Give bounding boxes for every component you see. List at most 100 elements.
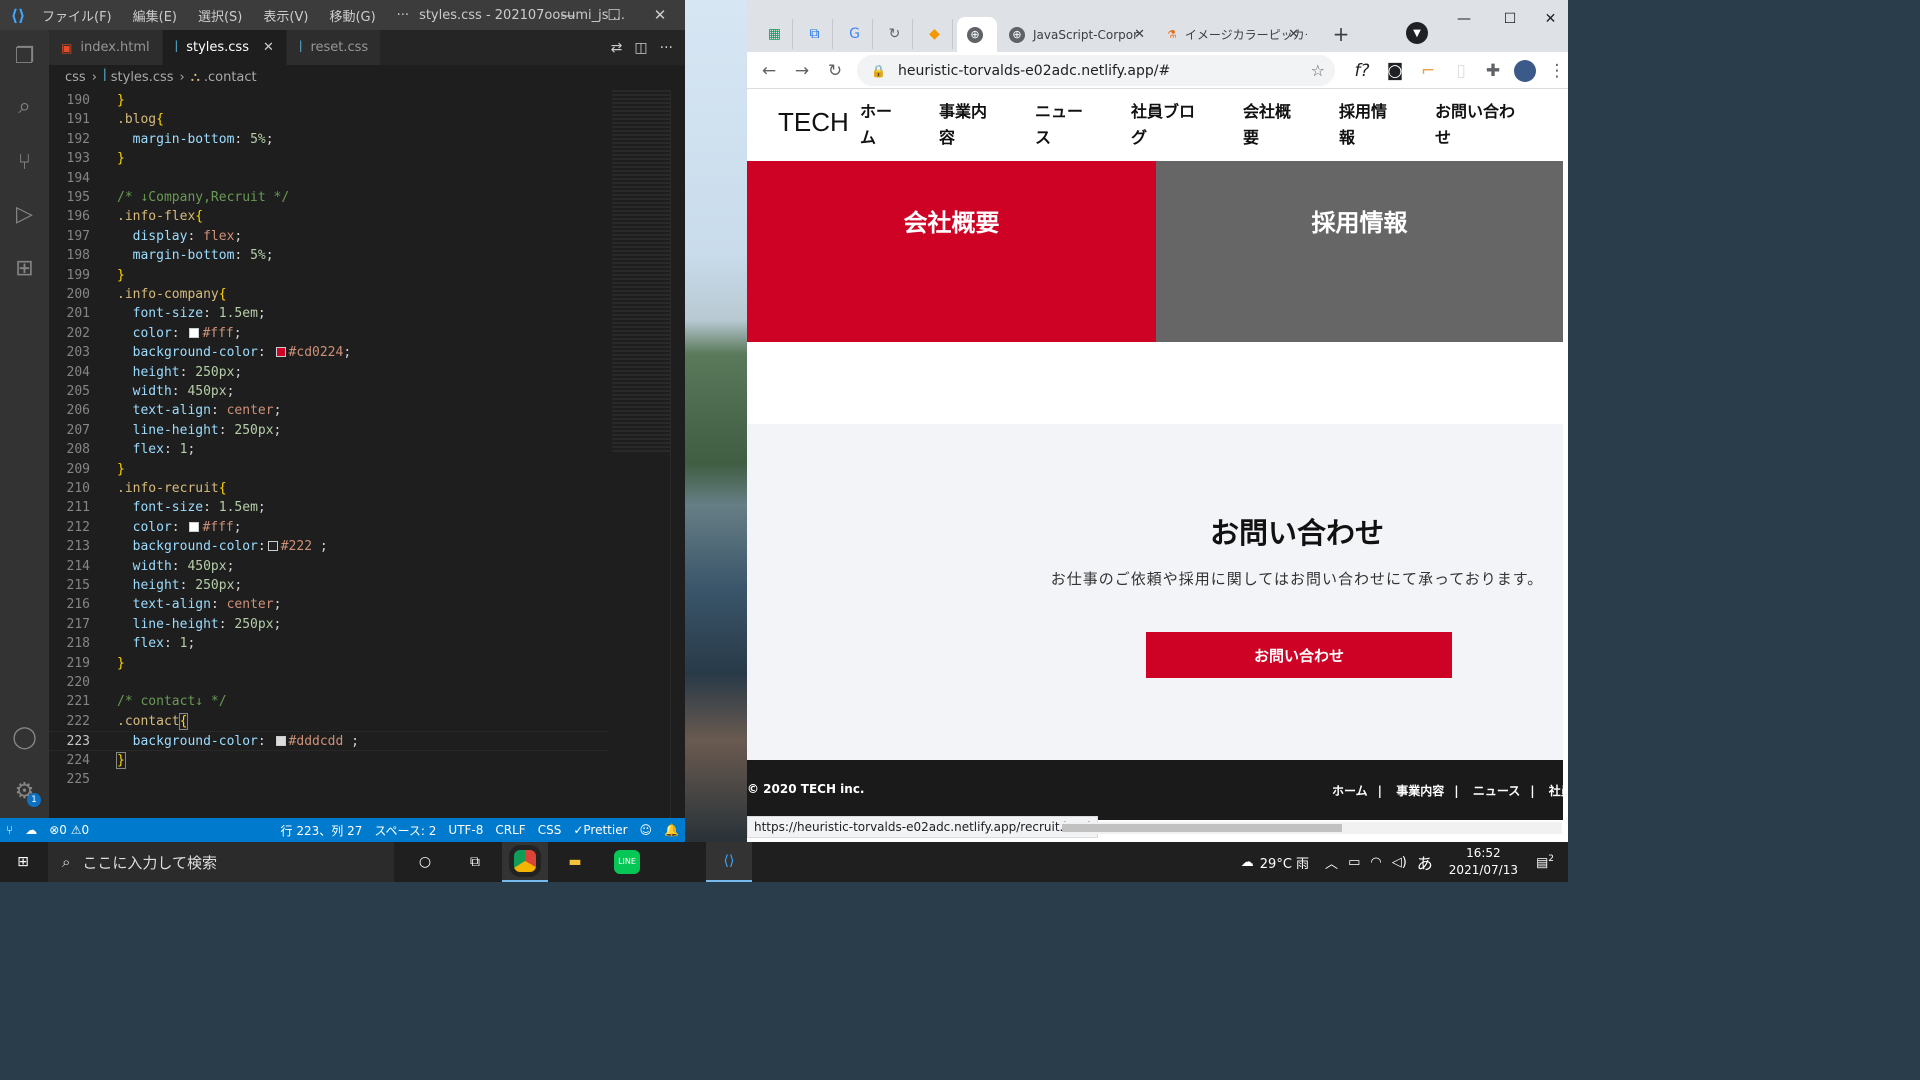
windows-start-icon[interactable]: ⊞ <box>0 842 46 882</box>
nav-contact[interactable]: お問い合わせ <box>1435 99 1515 151</box>
code-line[interactable]: 202 color: #fff; <box>49 324 609 343</box>
menu-view[interactable]: 表示(V) <box>263 6 308 25</box>
code-line[interactable]: 223 background-color: #dddcdd ; <box>49 731 609 751</box>
code-line[interactable]: 215 height: 250px; <box>49 576 609 595</box>
run-debug-icon[interactable]: ▷ <box>0 190 49 238</box>
pinned-tab-2[interactable]: ⧉ <box>797 19 833 49</box>
url-text[interactable]: heuristic-torvalds-e02adc.netlify.app/# <box>898 63 1170 79</box>
chevron-up-icon[interactable]: ︿ <box>1325 853 1338 872</box>
code-line[interactable]: 213 background-color: #222 ; <box>49 537 609 556</box>
code-line[interactable]: 199} <box>49 266 609 285</box>
code-line[interactable]: 219} <box>49 654 609 673</box>
tab-reset-css[interactable]: ꟾ reset.css <box>286 30 382 65</box>
source-control-icon[interactable]: ⑂ <box>0 138 49 186</box>
eol-status[interactable]: CRLF <box>489 823 531 837</box>
code-line[interactable]: 207 line-height: 250px; <box>49 421 609 440</box>
tab-image-color-picker[interactable]: ⚗ イメージカラーピッカー ✕ <box>1157 17 1307 52</box>
code-line[interactable]: 203 background-color: #cd0224; <box>49 343 609 362</box>
file-explorer-icon[interactable]: ▬ <box>552 842 598 882</box>
sync-icon[interactable]: ☁ <box>19 823 43 837</box>
code-line[interactable]: 221 /* contact↓ */ <box>49 692 609 711</box>
menu-selection[interactable]: 選択(S) <box>198 6 242 25</box>
account-icon[interactable]: ◯ <box>0 713 49 761</box>
info-recruit[interactable]: 採用情報 <box>1156 161 1563 342</box>
minimize-icon[interactable]: — <box>545 0 591 30</box>
code-line[interactable]: 225 <box>49 770 609 789</box>
notifications-bell-icon[interactable]: 🔔 <box>658 823 685 837</box>
tab-index-html[interactable]: ▣ index.html <box>49 30 163 65</box>
tab-close-icon[interactable]: ✕ <box>263 40 274 55</box>
encoding-status[interactable]: UTF-8 <box>442 823 489 837</box>
breadcrumb-folder[interactable]: css <box>65 70 86 85</box>
nav-news[interactable]: ニュース <box>1035 99 1083 151</box>
code-line[interactable]: 204 height: 250px; <box>49 363 609 382</box>
cursor-position[interactable]: 行 223、列 27 <box>275 822 369 839</box>
editor-scrollbar[interactable] <box>670 90 684 818</box>
branch-icon[interactable]: ⑂ <box>0 823 19 837</box>
code-line[interactable]: 194 <box>49 169 609 188</box>
code-line[interactable]: 205 width: 450px; <box>49 382 609 401</box>
pinned-tab-5[interactable]: ◆ <box>917 19 953 49</box>
menu-edit[interactable]: 編集(E) <box>133 6 177 25</box>
maximize-icon[interactable]: ☐ <box>591 0 637 30</box>
code-line[interactable]: 210 .info-recruit{ <box>49 479 609 498</box>
menu-go[interactable]: 移動(G) <box>329 6 375 25</box>
code-line[interactable]: 190} <box>49 91 609 110</box>
pinned-tab-4[interactable]: ↻ <box>877 19 913 49</box>
tab-search-icon[interactable]: ▼ <box>1406 22 1428 44</box>
search-extension-icon[interactable]: ◙ <box>1382 58 1408 84</box>
extensions-icon[interactable]: ⊞ <box>0 244 49 292</box>
code-line[interactable]: 196 .info-flex{ <box>49 207 609 226</box>
maximize-icon[interactable]: ☐ <box>1487 6 1533 32</box>
tab-close-icon[interactable]: ✕ <box>1134 27 1145 42</box>
code-line[interactable]: 201 font-size: 1.5em; <box>49 304 609 323</box>
taskbar-search[interactable]: ⌕ ここに入力して検索 <box>48 842 394 882</box>
footer-link-news[interactable]: ニュース <box>1473 784 1520 798</box>
footer-link-business[interactable]: 事業内容 <box>1396 784 1444 798</box>
formula-extension-icon[interactable]: f? <box>1349 58 1375 84</box>
volume-icon[interactable]: ◁) <box>1392 855 1407 870</box>
clock[interactable]: 16:52 2021/07/13 <box>1449 845 1518 879</box>
more-actions-icon[interactable]: ··· <box>660 40 673 56</box>
task-view-icon[interactable]: ⧉ <box>452 842 498 882</box>
code-line[interactable]: 198 margin-bottom: 5%; <box>49 246 609 265</box>
nav-company[interactable]: 会社概要 <box>1243 99 1291 151</box>
reload-icon[interactable]: ↻ <box>822 58 848 84</box>
notification-center-icon[interactable]: ▤2 <box>1536 854 1554 870</box>
pinned-tab-sheets[interactable]: ▦ <box>757 19 793 49</box>
scrollbar-thumb[interactable] <box>1062 824 1342 832</box>
code-line[interactable]: 206 text-align: center; <box>49 401 609 420</box>
line-app-icon[interactable]: LINE <box>604 842 650 882</box>
tab-styles-css[interactable]: ꟾ styles.css ✕ <box>162 30 287 65</box>
horizontal-scrollbar[interactable] <box>1062 822 1562 834</box>
menu-file[interactable]: ファイル(F) <box>42 6 112 25</box>
problems-status[interactable]: ⊗0 ⚠0 <box>43 823 95 837</box>
weather-rain-icon[interactable]: ☁ <box>1241 855 1254 870</box>
nav-staff-blog[interactable]: 社員ブログ <box>1131 99 1195 151</box>
forward-arrow-icon[interactable]: → <box>789 58 815 84</box>
cortana-icon[interactable]: ○ <box>402 842 448 882</box>
footer-link-staff[interactable]: 社員 <box>1549 784 1563 798</box>
wifi-icon[interactable]: ◠ <box>1370 855 1381 870</box>
footer-link-home[interactable]: ホーム <box>1332 784 1368 798</box>
minimize-icon[interactable]: — <box>1441 6 1487 32</box>
code-line[interactable]: 212 color: #fff; <box>49 518 609 537</box>
split-editor-icon[interactable]: ◫ <box>634 40 647 56</box>
pinned-tab-translate[interactable]: G <box>837 19 873 49</box>
new-tab-plus-icon[interactable]: + <box>1327 20 1355 48</box>
bookmark-star-icon[interactable]: ☆ <box>1311 61 1325 80</box>
code-line[interactable]: 216 text-align: center; <box>49 595 609 614</box>
breadcrumb-file[interactable]: styles.css <box>111 70 174 85</box>
settings-gear-icon[interactable]: ⚙ 1 <box>0 767 49 815</box>
back-arrow-icon[interactable]: ← <box>756 58 782 84</box>
close-icon[interactable]: ✕ <box>1533 6 1568 32</box>
chrome-taskbar-icon[interactable] <box>502 842 548 882</box>
tab-javascript-corporate[interactable]: ⊕ JavaScript-Corpor ✕ <box>999 17 1153 52</box>
code-line[interactable]: 195 /* ↓Company,Recruit */ <box>49 188 609 207</box>
tab-close-icon[interactable]: ✕ <box>1288 27 1299 42</box>
feedback-icon[interactable]: ☺ <box>634 823 659 837</box>
nav-home[interactable]: ホーム <box>860 99 892 151</box>
bookmark-extension-icon[interactable]: ▯ <box>1448 58 1474 84</box>
code-line[interactable]: 220 <box>49 673 609 692</box>
vscode-taskbar-icon[interactable]: ⟨⟩ <box>706 842 752 882</box>
